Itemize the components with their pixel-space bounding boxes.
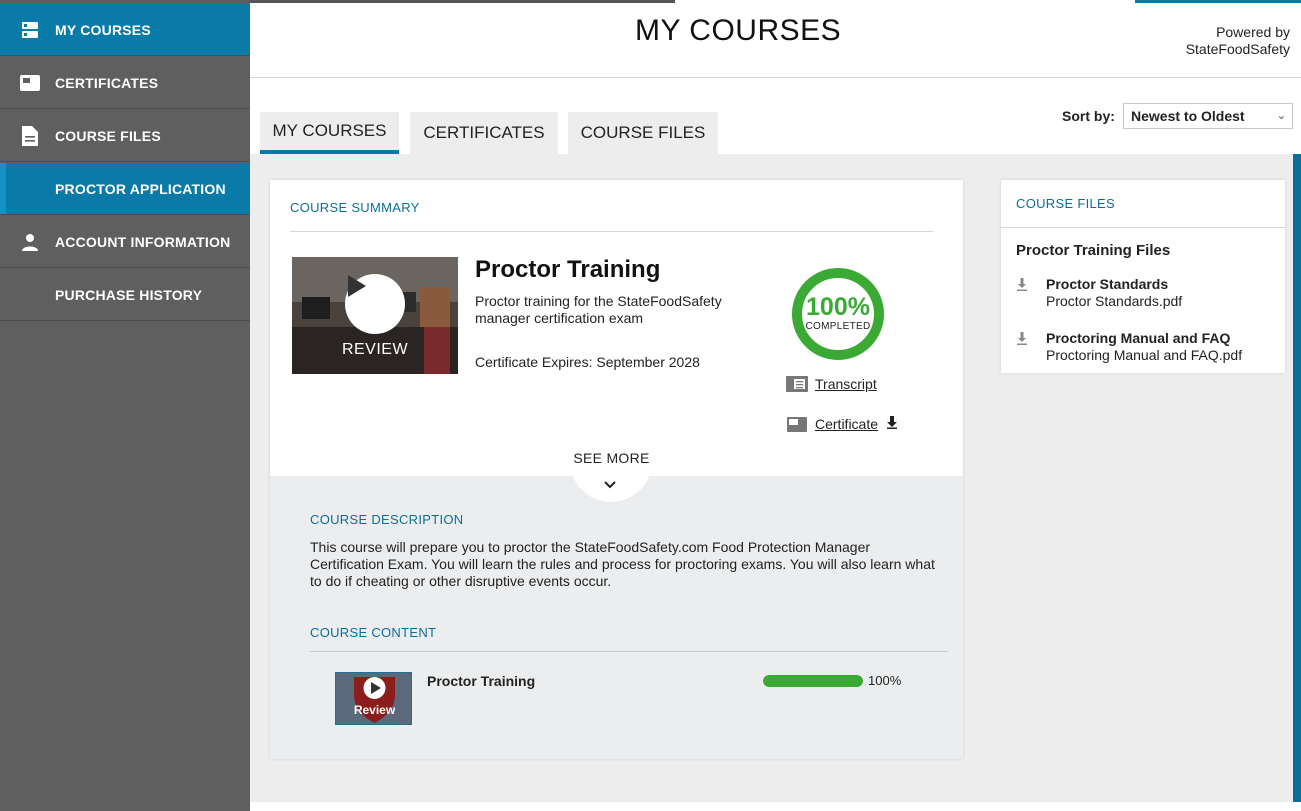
course-title: Proctor Training — [475, 256, 661, 283]
sidebar-item-account-information[interactable]: ACCOUNT INFORMATION — [0, 216, 250, 268]
sidebar-item-course-files[interactable]: COURSE FILES — [0, 110, 250, 162]
completion-caption: COMPLETED — [805, 321, 871, 332]
tab-bar: MY COURSES CERTIFICATES COURSE FILES Sor… — [250, 78, 1301, 154]
certificate-card-icon — [786, 416, 808, 432]
chevron-down-icon — [603, 477, 617, 493]
chevron-down-icon: ⌄ — [1276, 110, 1286, 122]
module-progress-bar — [763, 675, 863, 687]
document-icon — [20, 125, 40, 146]
page-title: MY COURSES — [635, 14, 842, 47]
scrollbar[interactable] — [1293, 154, 1301, 802]
person-icon — [20, 232, 40, 252]
certificate-link[interactable]: Certificate — [786, 416, 898, 432]
files-group-title: Proctor Training Files — [1016, 242, 1171, 259]
sidebar-item-my-courses[interactable]: MY COURSES — [0, 4, 250, 56]
course-files-label: COURSE FILES — [1016, 196, 1115, 211]
sidebar-item-purchase-history[interactable]: PURCHASE HISTORY — [0, 269, 250, 321]
sidebar-item-label: CERTIFICATES — [55, 74, 159, 91]
sidebar-item-label: MY COURSES — [55, 21, 151, 38]
course-review-thumbnail[interactable]: REVIEW — [292, 257, 458, 374]
sidebar-item-label: PURCHASE HISTORY — [55, 286, 203, 303]
sort-label: Sort by: — [1062, 108, 1115, 124]
module-review-button[interactable]: Review — [335, 672, 412, 725]
module-title: Proctor Training — [427, 673, 536, 689]
see-more-label: SEE MORE — [573, 450, 650, 466]
sidebar-item-label: COURSE FILES — [55, 127, 161, 144]
course-files-card: COURSE FILES Proctor Training Files Proc… — [1001, 180, 1285, 373]
loading-strip — [1135, 0, 1301, 3]
powered-by: Powered by StateFoodSafety — [1185, 24, 1290, 57]
certificate-expiry: Certificate Expires: September 2028 — [475, 354, 700, 370]
tab-my-courses[interactable]: MY COURSES — [260, 112, 399, 154]
sidebar-item-proctor-application[interactable]: PROCTOR APPLICATION — [0, 163, 250, 215]
completion-percent: 100% — [806, 293, 870, 321]
course-card: COURSE SUMMARY REVIEW Proctor Training P… — [270, 180, 963, 759]
download-icon — [1016, 332, 1030, 346]
transcript-link[interactable]: Transcript — [786, 376, 877, 392]
module-progress-percent: 100% — [868, 673, 902, 688]
sort-select[interactable]: Newest to Oldest ⌄ — [1123, 103, 1293, 129]
play-icon — [345, 274, 405, 334]
course-description-label: COURSE DESCRIPTION — [310, 512, 464, 527]
page-header: MY COURSES Powered by StateFoodSafety — [250, 0, 1301, 78]
tab-certificates[interactable]: CERTIFICATES — [410, 112, 558, 154]
course-content-label: COURSE CONTENT — [310, 625, 437, 640]
download-icon[interactable] — [886, 416, 898, 432]
sidebar-item-label: PROCTOR APPLICATION — [55, 180, 226, 197]
transcript-icon — [786, 376, 808, 392]
tab-course-files[interactable]: COURSE FILES — [568, 112, 718, 154]
course-description: This course will prepare you to proctor … — [310, 539, 935, 589]
sidebar-item-certificates[interactable]: CERTIFICATES — [0, 57, 250, 109]
certificate-card-icon — [20, 73, 40, 93]
courses-icon — [20, 20, 40, 40]
sidebar-nav: MY COURSES CERTIFICATES COURSE FILES PRO… — [0, 0, 250, 811]
loading-strip — [250, 0, 675, 3]
course-summary-label: COURSE SUMMARY — [290, 200, 420, 215]
shield-icon — [354, 677, 395, 723]
sidebar-item-label: ACCOUNT INFORMATION — [55, 233, 231, 250]
download-icon — [1016, 278, 1030, 292]
course-subtitle: Proctor training for the StateFoodSafety… — [475, 293, 722, 326]
